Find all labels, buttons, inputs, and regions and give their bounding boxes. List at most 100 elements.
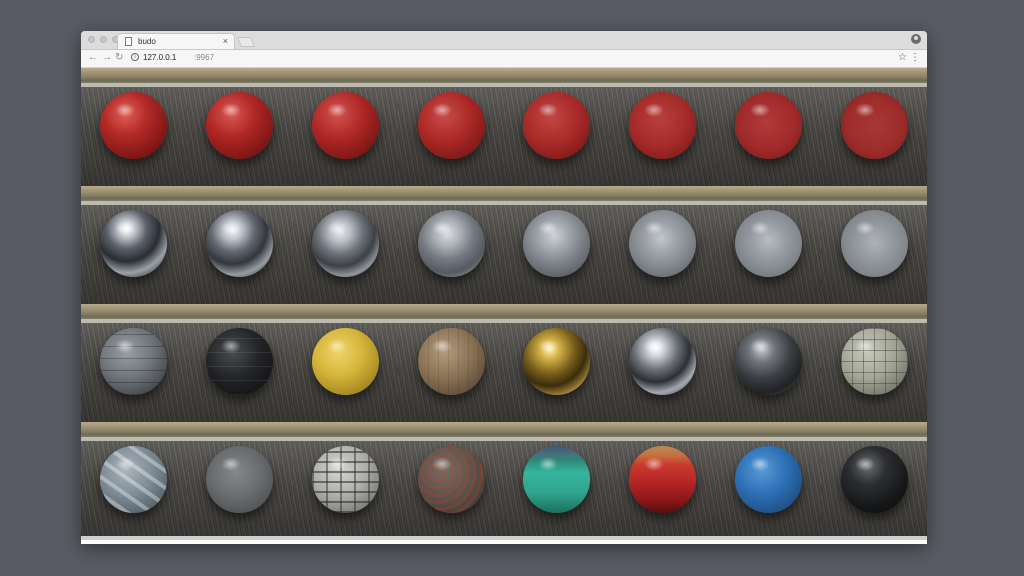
specular-highlight: [115, 456, 136, 472]
browser-menu-icon[interactable]: ⋮: [910, 51, 920, 65]
material-sphere-red-gloss-8: [840, 92, 908, 159]
material-sphere-chrome-4: [417, 210, 485, 277]
forward-icon[interactable]: →: [102, 51, 112, 65]
tab-close-icon[interactable]: ×: [223, 35, 228, 47]
specular-highlight: [643, 220, 664, 236]
specular-highlight: [643, 102, 664, 118]
material-preview-cell: [186, 422, 293, 540]
address-bar[interactable]: i 127.0.0.1 :9967: [126, 51, 896, 65]
url-host: 127.0.0.1: [143, 53, 177, 62]
material-preview-cell: [398, 422, 505, 540]
material-preview-cell: [292, 422, 399, 540]
specular-highlight: [749, 220, 770, 236]
material-sphere-chrome-8: [840, 210, 908, 277]
material-sphere-grid: [81, 68, 927, 540]
active-tab[interactable]: budo ×: [117, 33, 235, 49]
material-sphere-red-gloss-5: [523, 92, 591, 159]
specular-highlight: [220, 102, 241, 118]
material-preview-cell: [504, 68, 611, 186]
material-preview-cell: [81, 422, 188, 540]
material-sphere-stone-brick: [311, 446, 379, 513]
new-tab-button[interactable]: [237, 37, 255, 47]
specular-highlight: [432, 338, 453, 354]
profile-icon[interactable]: [911, 34, 921, 44]
material-sphere-teal-striped: [523, 446, 591, 513]
specular-highlight: [326, 220, 347, 236]
material-preview-cell: [715, 186, 822, 304]
material-preview-cell: [398, 304, 505, 422]
specular-highlight: [115, 220, 136, 236]
material-sphere-red-gloss-3: [311, 92, 379, 159]
material-preview-cell: [609, 68, 716, 186]
page-viewport: [81, 68, 927, 540]
material-sphere-wood-panel: [417, 328, 485, 395]
horizontal-scrollbar[interactable]: [81, 536, 927, 540]
material-sphere-rusted-metal: [417, 446, 485, 513]
specular-highlight: [538, 220, 559, 236]
material-preview-cell: [398, 68, 505, 186]
material-sphere-silver-chrome: [629, 328, 697, 395]
specular-highlight: [432, 102, 453, 118]
specular-highlight: [326, 338, 347, 354]
material-sphere-red-gloss-1: [100, 92, 168, 159]
page-icon: [125, 37, 132, 46]
bookmark-star-icon[interactable]: ☆: [898, 51, 907, 65]
material-preview-cell: [821, 304, 927, 422]
material-preview-cell: [609, 304, 716, 422]
material-sphere-yellow-painted-metal: [311, 328, 379, 395]
material-sphere-stone-tiles: [840, 328, 908, 395]
material-sphere-dark-metal: [734, 328, 802, 395]
specular-highlight: [326, 102, 347, 118]
specular-highlight: [326, 456, 347, 472]
specular-highlight: [749, 456, 770, 472]
specular-highlight: [115, 102, 136, 118]
material-sphere-blue-grey-pattern: [100, 446, 168, 513]
material-sphere-chrome-3: [311, 210, 379, 277]
specular-highlight: [432, 456, 453, 472]
specular-highlight: [855, 456, 876, 472]
specular-highlight: [220, 338, 241, 354]
url-port: :9967: [194, 53, 215, 62]
material-preview-cell: [715, 422, 822, 540]
browser-toolbar: ← → ↻ i 127.0.0.1 :9967 ☆ ⋮: [81, 50, 927, 68]
close-window-button[interactable]: [88, 36, 95, 43]
material-preview-cell: [504, 304, 611, 422]
material-preview-cell: [821, 68, 927, 186]
material-sphere-sci-fi-black: [206, 328, 274, 395]
material-preview-cell: [186, 304, 293, 422]
material-preview-cell: [292, 186, 399, 304]
specular-highlight: [220, 220, 241, 236]
material-preview-cell: [81, 68, 188, 186]
window-controls: [88, 36, 119, 43]
material-sphere-blue-plastic: [734, 446, 802, 513]
specular-highlight: [538, 102, 559, 118]
material-preview-cell: [81, 304, 188, 422]
specular-highlight: [749, 102, 770, 118]
back-icon[interactable]: ←: [88, 51, 98, 65]
material-sphere-black-glossy: [840, 446, 908, 513]
material-preview-cell: [81, 186, 188, 304]
material-preview-cell: [292, 68, 399, 186]
reload-icon[interactable]: ↻: [115, 51, 123, 65]
material-sphere-chrome-7: [734, 210, 802, 277]
specular-highlight: [749, 338, 770, 354]
material-preview-cell: [398, 186, 505, 304]
tab-strip: budo ×: [81, 31, 927, 50]
specular-highlight: [855, 102, 876, 118]
minimize-window-button[interactable]: [100, 36, 107, 43]
specular-highlight: [115, 338, 136, 354]
material-sphere-red-gloss-6: [629, 92, 697, 159]
material-sphere-red-gloss-7: [734, 92, 802, 159]
material-preview-cell: [186, 186, 293, 304]
specular-highlight: [855, 220, 876, 236]
material-sphere-chrome-2: [206, 210, 274, 277]
material-preview-cell: [504, 422, 611, 540]
material-sphere-sci-fi-panel-grey: [100, 328, 168, 395]
info-icon[interactable]: i: [131, 53, 139, 61]
material-preview-cell: [504, 186, 611, 304]
material-preview-cell: [609, 186, 716, 304]
material-preview-cell: [715, 68, 822, 186]
material-preview-cell: [292, 304, 399, 422]
browser-window: budo × ← → ↻ i 127.0.0.1 :9967 ☆ ⋮: [81, 31, 927, 544]
specular-highlight: [432, 220, 453, 236]
